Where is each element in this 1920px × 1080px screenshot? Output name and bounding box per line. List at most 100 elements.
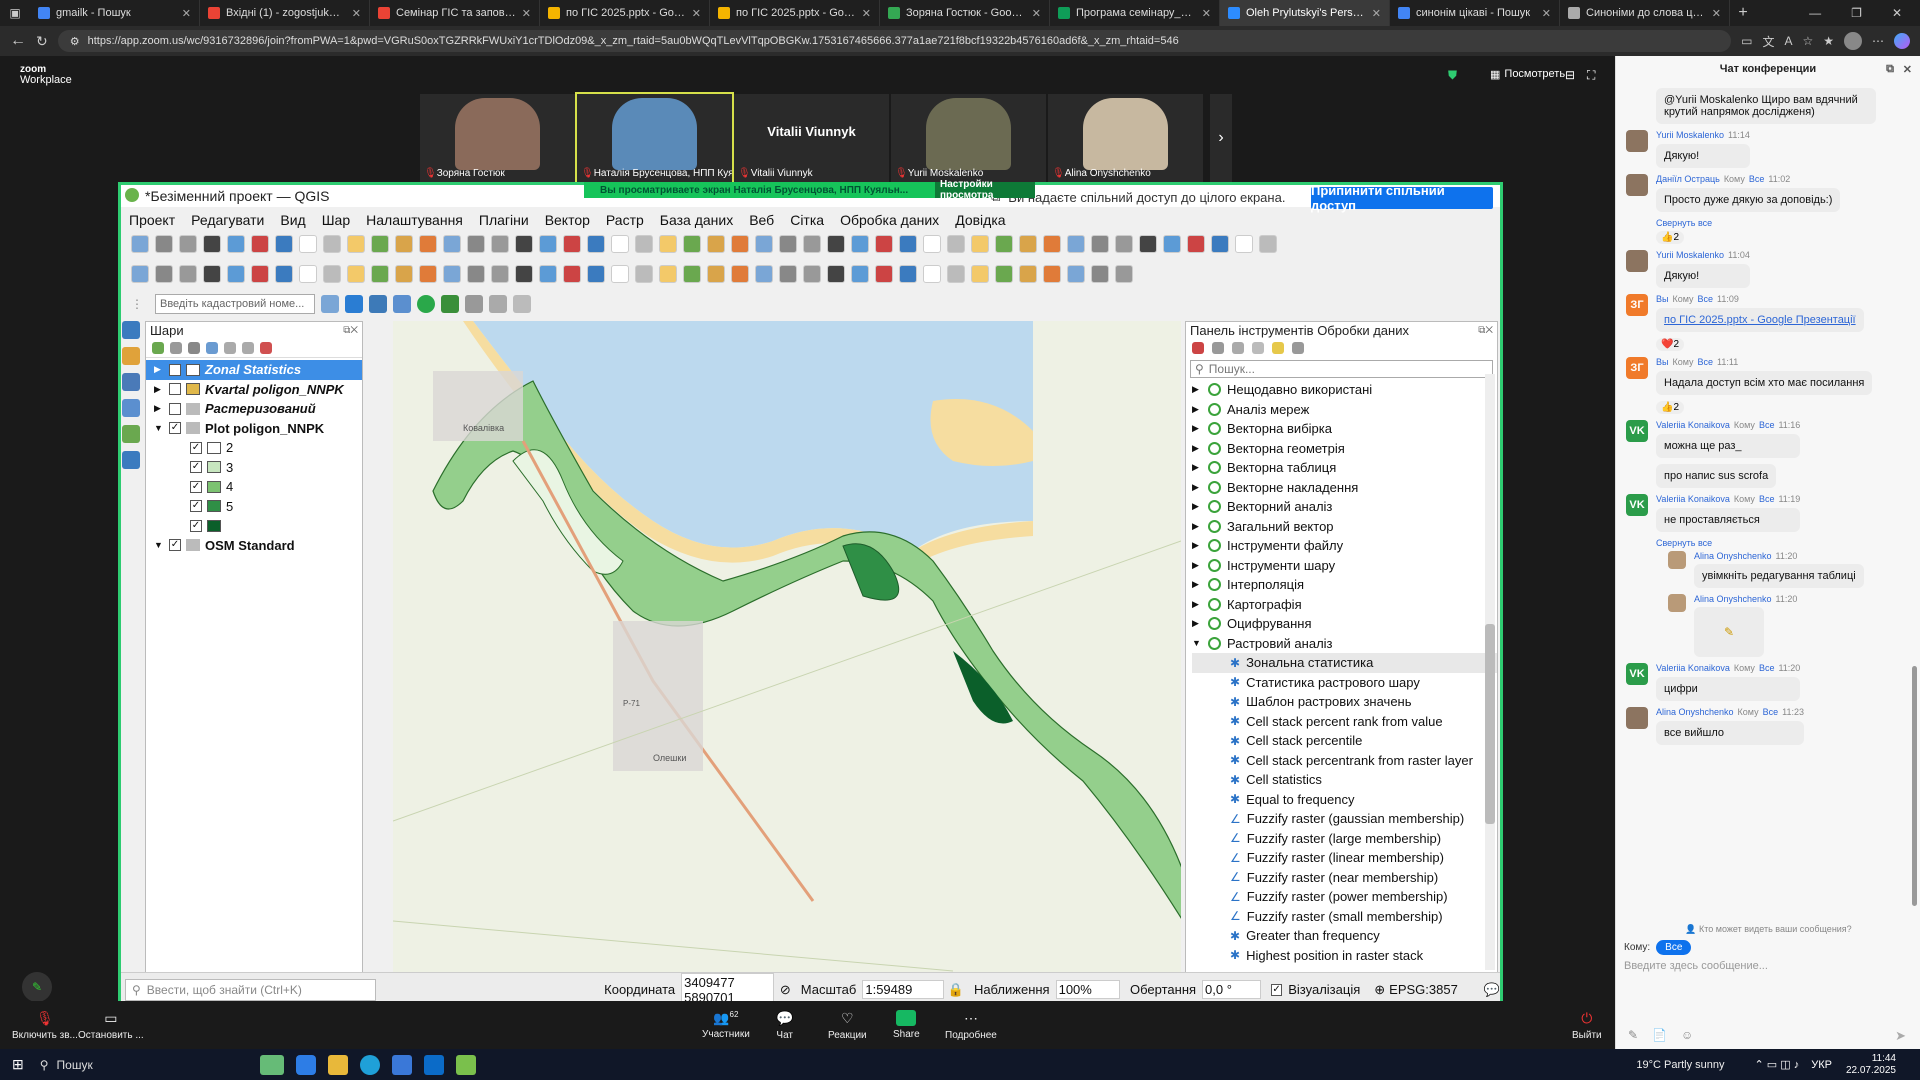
- to-recipient[interactable]: Все: [1759, 494, 1775, 504]
- avatar[interactable]: [1626, 130, 1648, 152]
- expand-arrow-icon[interactable]: ▶: [1192, 501, 1202, 512]
- menu-item[interactable]: База даних: [660, 212, 733, 228]
- browser-tab[interactable]: по ГІС 2025.pptx - Google Пре ✕: [710, 0, 880, 26]
- messages-icon[interactable]: 💬: [1484, 982, 1500, 998]
- chat-bubble[interactable]: не проставляється: [1656, 508, 1801, 532]
- close-panel-icon[interactable]: ⧉✕: [343, 325, 358, 336]
- toolbar2-tool-icon[interactable]: [155, 265, 173, 283]
- expand-arrow-icon[interactable]: ▶: [1192, 521, 1202, 532]
- processing-group[interactable]: ▶ Нещодавно використані: [1192, 380, 1497, 400]
- toolbar1-tool-icon[interactable]: [659, 235, 677, 253]
- processing-group[interactable]: ▶ Векторна вибірка: [1192, 419, 1497, 439]
- toolbar1-tool-icon[interactable]: [587, 235, 605, 253]
- recipient-select[interactable]: Все: [1656, 940, 1692, 955]
- expand-arrow-icon[interactable]: ▶: [1192, 579, 1202, 590]
- toolbar1-tool-icon[interactable]: [131, 235, 149, 253]
- toolbar1-tool-icon[interactable]: [1091, 235, 1109, 253]
- tray-icons[interactable]: ⌃ ▭ ◫ ♪: [1755, 1058, 1800, 1071]
- chat-bubble[interactable]: @Yurii Moskalenko Щиро вам вдячний крути…: [1656, 88, 1876, 124]
- processing-tool[interactable]: ∠ Fuzzify raster (small membership): [1192, 907, 1497, 927]
- avatar[interactable]: VK: [1626, 663, 1648, 685]
- layer-item[interactable]: ✓ 3: [146, 458, 362, 478]
- browser-tab[interactable]: Програма семінару_2025.xlsx ✕: [1050, 0, 1220, 26]
- toolbar1-tool-icon[interactable]: [1235, 235, 1253, 253]
- toolbar1-tool-icon[interactable]: [683, 235, 701, 253]
- leave-button[interactable]: ⏻ Выйти: [1572, 1010, 1602, 1041]
- sender-name[interactable]: Даніїл Остраць: [1656, 174, 1720, 184]
- toolbar1-tool-icon[interactable]: [803, 235, 821, 253]
- toolbar2-tool-icon[interactable]: [707, 265, 725, 283]
- toolbar1-tool-icon[interactable]: [1163, 235, 1181, 253]
- expand-arrow-icon[interactable]: ▶: [1192, 404, 1202, 415]
- toolbar2-tool-icon[interactable]: [923, 265, 941, 283]
- layer-item[interactable]: ✓ 4: [146, 477, 362, 497]
- sender-name[interactable]: Alina Onyshchenko: [1656, 707, 1734, 717]
- close-window-icon[interactable]: ✕: [1892, 6, 1902, 20]
- chat-bubble[interactable]: Дякую!: [1656, 264, 1750, 288]
- layer-visibility-checkbox[interactable]: [169, 383, 181, 396]
- more-button[interactable]: ⋯ Подробнее: [945, 1010, 997, 1041]
- next-participants-button[interactable]: ›: [1210, 94, 1232, 182]
- cadastre-settings-icon[interactable]: [393, 295, 411, 313]
- expand-arrow-icon[interactable]: ▶: [1192, 599, 1202, 610]
- toolbar2-tool-icon[interactable]: [803, 265, 821, 283]
- reaction-badge[interactable]: ❤️2: [1656, 338, 1685, 351]
- expand-arrow-icon[interactable]: ▶: [1192, 462, 1202, 473]
- collapse-all-icon[interactable]: [242, 341, 254, 354]
- layer-item[interactable]: ✓ 2: [146, 438, 362, 458]
- toolbar1-tool-icon[interactable]: [731, 235, 749, 253]
- mouse-icon[interactable]: ⊘: [780, 982, 791, 998]
- restore-icon[interactable]: ❐: [1851, 6, 1862, 20]
- layer-item[interactable]: ✓: [146, 516, 362, 536]
- copilot-icon[interactable]: [1894, 33, 1910, 49]
- avatar[interactable]: [1626, 250, 1648, 272]
- minimize-video-icon[interactable]: ⊟: [1565, 68, 1575, 82]
- browser-tab[interactable]: Семінар ГІС та заповідні тери ✕: [370, 0, 540, 26]
- toolbar2-tool-icon[interactable]: [995, 265, 1013, 283]
- toolbar2-tool-icon[interactable]: [971, 265, 989, 283]
- sender-name[interactable]: Вы: [1656, 357, 1668, 367]
- file-icon[interactable]: 📄: [1652, 1028, 1667, 1042]
- send-icon[interactable]: ➤: [1895, 1028, 1906, 1044]
- start-icon[interactable]: ⊞: [12, 1056, 24, 1073]
- processing-tool[interactable]: ✱ Cell statistics: [1192, 770, 1497, 790]
- expand-arrow-icon[interactable]: ▶: [154, 403, 164, 414]
- add-layer-icon[interactable]: [122, 373, 140, 391]
- weather-text[interactable]: 19°C Partly sunny: [1636, 1059, 1724, 1071]
- who-sees-link[interactable]: 👤 Кто может видеть ваши сообщения?: [1616, 924, 1920, 935]
- toolbar1-tool-icon[interactable]: [491, 235, 509, 253]
- translate-icon[interactable]: 文: [1762, 33, 1774, 50]
- toolbar1-tool-icon[interactable]: [299, 235, 317, 253]
- processing-group[interactable]: ▶ Картографія: [1192, 595, 1497, 615]
- toolbar1-tool-icon[interactable]: [323, 235, 341, 253]
- menu-item[interactable]: Плагіни: [479, 212, 529, 228]
- toolbar1-tool-icon[interactable]: [851, 235, 869, 253]
- toolbar1-tool-icon[interactable]: [755, 235, 773, 253]
- toolbar1-tool-icon[interactable]: [251, 235, 269, 253]
- outlook-icon[interactable]: [423, 1054, 444, 1075]
- toolbar2-tool-icon[interactable]: [491, 265, 509, 283]
- chat-button[interactable]: 💬 Чат: [776, 1010, 793, 1041]
- menu-item[interactable]: Вид: [280, 212, 305, 228]
- browser-menu-icon[interactable]: ⋯: [1872, 34, 1884, 48]
- participant-tile[interactable]: 🎙Alina Onyshchenko: [1048, 94, 1203, 182]
- layer-item[interactable]: ✓ 5: [146, 497, 362, 517]
- menu-item[interactable]: Шар: [322, 212, 350, 228]
- menu-item[interactable]: Обробка даних: [840, 212, 939, 228]
- toolbar2-tool-icon[interactable]: [827, 265, 845, 283]
- browser-tab[interactable]: по ГІС 2025.pptx - Google Пре ✕: [540, 0, 710, 26]
- emoji-icon[interactable]: ☺: [1681, 1028, 1693, 1042]
- taskbar-search[interactable]: ⚲ Пошук: [40, 1053, 250, 1077]
- manage-visibility-icon[interactable]: [188, 341, 200, 354]
- qgis-taskbar-icon[interactable]: [455, 1054, 476, 1075]
- expand-arrow-icon[interactable]: ▶: [1192, 384, 1202, 395]
- chat-bubble[interactable]: цифри: [1656, 677, 1801, 701]
- processing-tool[interactable]: ∠ Fuzzify raster (near membership): [1192, 868, 1497, 888]
- processing-tool[interactable]: ∠ Fuzzify raster (large membership): [1192, 829, 1497, 849]
- expand-arrow-icon[interactable]: ▶: [1192, 618, 1202, 629]
- view-button[interactable]: ▦ Посмотреть: [1490, 68, 1565, 81]
- processing-tool[interactable]: ✱ Cell stack percent rank from value: [1192, 712, 1497, 732]
- processing-tool[interactable]: ✱ Cell stack percentile: [1192, 731, 1497, 751]
- toolbar2-tool-icon[interactable]: [323, 265, 341, 283]
- results-icon[interactable]: [1232, 342, 1244, 354]
